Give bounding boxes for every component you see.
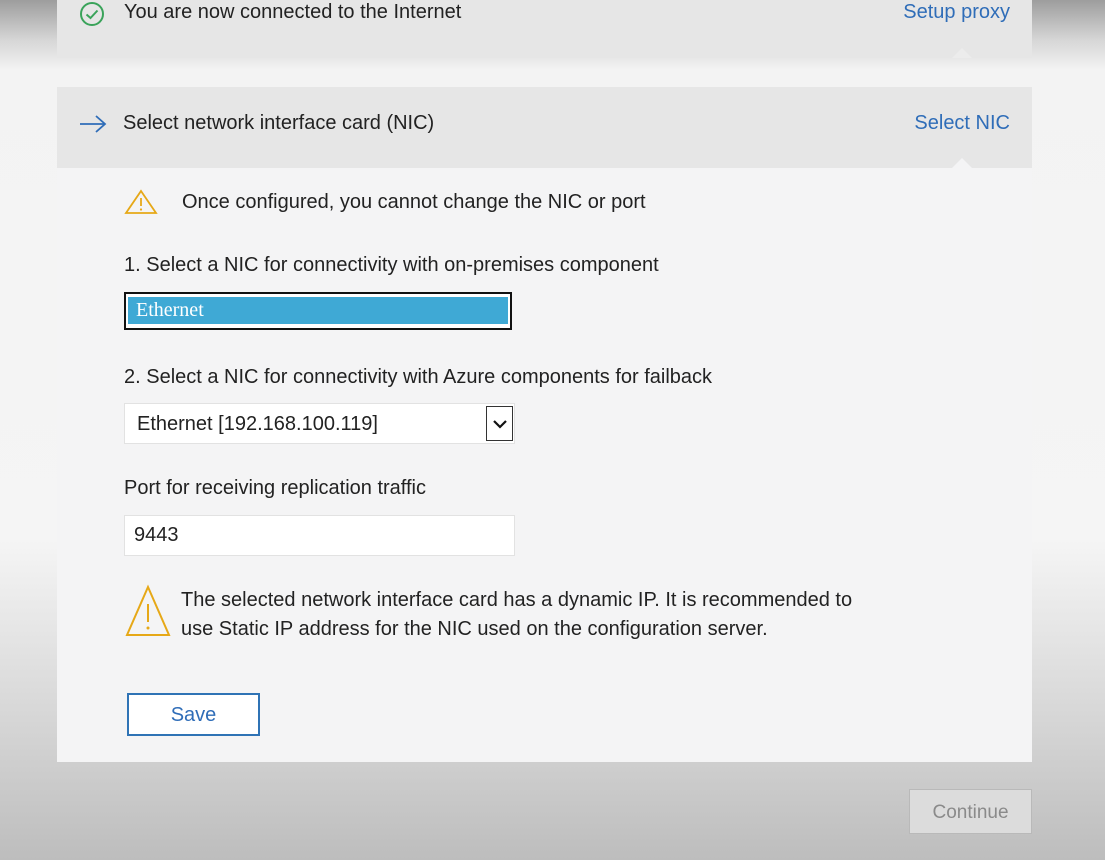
dynamic-ip-warning-line1: The selected network interface card has … bbox=[181, 589, 853, 611]
internet-status-text: You are now connected to the Internet bbox=[124, 1, 462, 23]
nic-change-warning-text: Once configured, you cannot change the N… bbox=[182, 191, 646, 213]
failback-nic-label: 2. Select a NIC for connectivity with Az… bbox=[124, 366, 713, 388]
select-nic-link[interactable]: Select NIC bbox=[914, 112, 1010, 135]
check-circle-icon bbox=[79, 1, 105, 32]
onprem-nic-select[interactable]: Ethernet bbox=[124, 292, 512, 330]
panel-notch bbox=[952, 158, 972, 168]
arrow-right-icon bbox=[78, 111, 108, 142]
port-input[interactable]: 9443 bbox=[124, 515, 515, 556]
continue-button[interactable]: Continue bbox=[909, 789, 1032, 834]
panel-notch bbox=[952, 48, 972, 58]
setup-proxy-link[interactable]: Setup proxy bbox=[903, 1, 1010, 24]
onprem-nic-selected-option[interactable]: Ethernet bbox=[128, 297, 508, 324]
save-button[interactable]: Save bbox=[127, 693, 260, 736]
chevron-down-icon[interactable] bbox=[486, 406, 513, 441]
port-label: Port for receiving replication traffic bbox=[124, 477, 426, 499]
failback-nic-dropdown[interactable]: Ethernet [192.168.100.119] bbox=[124, 403, 515, 444]
warning-icon bbox=[124, 189, 158, 220]
onprem-nic-label: 1. Select a NIC for connectivity with on… bbox=[124, 254, 659, 276]
failback-nic-value: Ethernet [192.168.100.119] bbox=[137, 413, 378, 435]
warning-icon bbox=[124, 584, 172, 643]
select-nic-title: Select network interface card (NIC) bbox=[123, 112, 435, 134]
dynamic-ip-warning-line2: use Static IP address for the NIC used o… bbox=[181, 618, 768, 640]
